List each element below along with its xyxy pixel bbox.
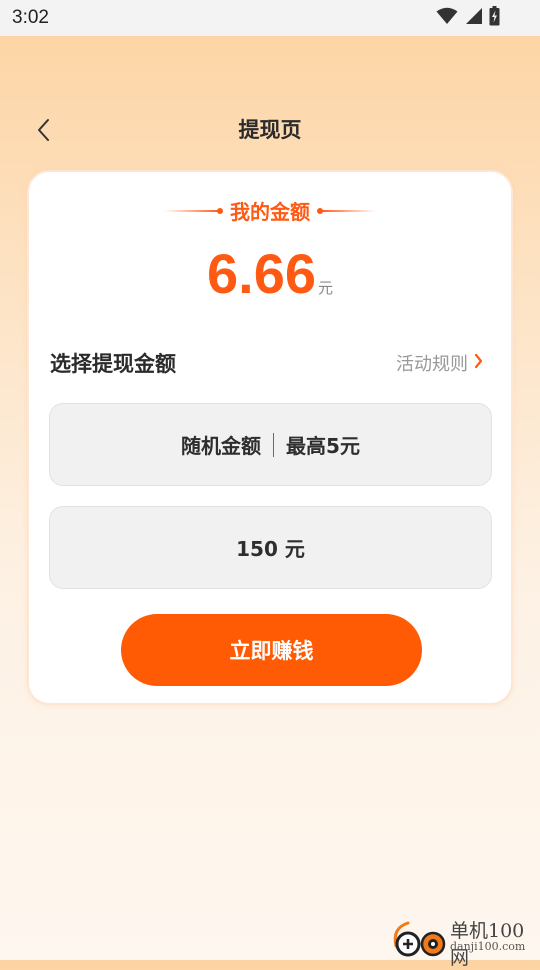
- page-title: 提现页: [238, 118, 302, 142]
- amount-value: 6.66: [206, 242, 316, 305]
- decor-line-left: [164, 207, 223, 214]
- withdraw-card: 我的金额 6.66 元 选择提现金额 活动规则 随机金额 最高5元 150 元 …: [27, 170, 513, 705]
- option-max-label: 最高5元: [286, 434, 360, 458]
- option-150-label: 150 元: [236, 537, 305, 561]
- amount-display: 6.66 元: [29, 246, 511, 302]
- signal-icon: [464, 7, 483, 29]
- battery-icon: [489, 6, 500, 30]
- watermark-logo-icon: [390, 920, 448, 962]
- amount-unit: 元: [317, 279, 333, 297]
- decor-line-right: [317, 207, 376, 214]
- amount-heading: 我的金额: [29, 196, 511, 225]
- option-random-amount[interactable]: 随机金额 最高5元: [49, 403, 492, 486]
- watermark-url: danji100.com: [450, 940, 526, 953]
- status-bar: 3:02: [0, 0, 540, 36]
- option-divider: [273, 432, 275, 457]
- option-150[interactable]: 150 元: [49, 506, 492, 589]
- chevron-right-icon: [474, 353, 483, 373]
- section-title: 选择提现金额: [50, 352, 176, 376]
- option-random-label: 随机金额: [181, 434, 262, 458]
- amount-heading-text: 我的金额: [230, 200, 310, 224]
- status-time: 3:02: [12, 7, 49, 28]
- rules-link[interactable]: 活动规则: [396, 350, 483, 376]
- watermark: 单机100网 danji100.com: [390, 914, 540, 969]
- wifi-icon: [436, 7, 458, 29]
- rules-link-label: 活动规则: [396, 354, 468, 375]
- status-icons: [436, 6, 500, 30]
- earn-money-button[interactable]: 立即赚钱: [121, 614, 422, 686]
